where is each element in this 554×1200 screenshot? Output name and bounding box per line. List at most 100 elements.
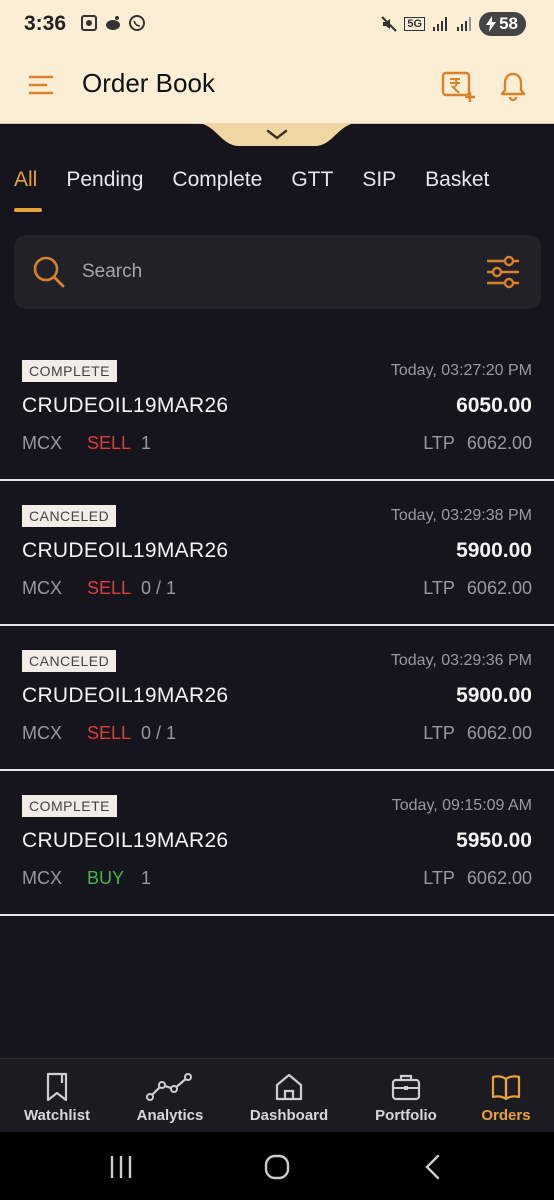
nav-label: Watchlist	[23, 1107, 91, 1124]
nav-label: Analytics	[136, 1107, 204, 1124]
ltp-label: LTP	[423, 868, 455, 888]
search-input[interactable]	[82, 259, 462, 285]
search-icon	[33, 256, 65, 288]
nav-watchlist[interactable]: Watchlist	[18, 1059, 96, 1133]
tab-gtt[interactable]: GTT	[291, 168, 333, 216]
home-button-icon[interactable]	[262, 1152, 292, 1182]
order-meta: MCX SELL 0 / 1	[22, 723, 176, 744]
recent-apps-icon[interactable]	[106, 1152, 136, 1182]
order-exchange: MCX	[22, 433, 62, 453]
order-exchange: MCX	[22, 578, 62, 598]
order-price: 5900.00	[456, 539, 532, 562]
nav-label: Orders	[481, 1107, 531, 1124]
nav-analytics[interactable]: Analytics	[128, 1059, 212, 1133]
order-row[interactable]: COMPLETE Today, 03:27:20 PM CRUDEOIL19MA…	[0, 336, 554, 481]
nav-dashboard[interactable]: Dashboard	[244, 1059, 334, 1133]
order-symbol: CRUDEOIL19MAR26	[22, 684, 229, 707]
order-symbol: CRUDEOIL19MAR26	[22, 829, 229, 852]
notification-icons	[80, 14, 146, 32]
nav-portfolio[interactable]: Portfolio	[366, 1059, 446, 1133]
status-badge: CANCELED	[22, 650, 117, 672]
menu-icon[interactable]	[28, 72, 54, 98]
ltp-value: 6062.00	[466, 868, 532, 888]
order-ltp: LTP 6062.00	[423, 578, 532, 599]
nav-label: Dashboard	[249, 1107, 329, 1124]
order-ltp: LTP 6062.00	[423, 868, 532, 889]
ltp-label: LTP	[423, 723, 455, 743]
analytics-icon	[146, 1073, 192, 1101]
book-icon	[491, 1075, 521, 1101]
whatsapp-icon	[129, 15, 145, 31]
ltp-value: 6062.00	[466, 723, 532, 743]
tab-complete[interactable]: Complete	[172, 168, 262, 216]
ltp-value: 6062.00	[466, 433, 532, 453]
search-bar	[14, 235, 541, 309]
order-qty: 0 / 1	[141, 578, 177, 598]
order-exchange: MCX	[22, 723, 62, 743]
back-icon[interactable]	[418, 1152, 448, 1182]
order-meta: MCX BUY 1	[22, 868, 151, 889]
order-exchange: MCX	[22, 868, 62, 888]
ltp-value: 6062.00	[466, 578, 532, 598]
order-tabs: All Pending Complete GTT SIP Basket	[14, 168, 554, 216]
bottom-nav: Watchlist Analytics Dashboard Portfolio …	[0, 1058, 554, 1132]
order-side: SELL	[87, 578, 132, 598]
order-time: Today, 03:29:36 PM	[390, 652, 532, 669]
order-qty: 1	[141, 433, 152, 453]
order-price: 6050.00	[456, 394, 532, 417]
status-time: 3:36	[24, 12, 67, 35]
bookmark-icon	[46, 1072, 68, 1102]
order-qty: 0 / 1	[141, 723, 177, 743]
expand-header-handle[interactable]	[198, 123, 356, 147]
add-funds-icon[interactable]	[440, 68, 476, 104]
ltp-label: LTP	[423, 433, 455, 453]
order-time: Today, 03:29:38 PM	[390, 507, 532, 524]
ltp-label: LTP	[423, 578, 455, 598]
status-badge: COMPLETE	[22, 360, 118, 382]
tab-sip[interactable]: SIP	[362, 168, 396, 216]
briefcase-icon	[391, 1074, 421, 1101]
battery-level: 58	[499, 14, 518, 33]
network-type: 5G	[404, 17, 426, 31]
order-side: SELL	[87, 433, 132, 453]
order-meta: MCX SELL 0 / 1	[22, 578, 176, 599]
home-icon	[275, 1073, 303, 1101]
order-price: 5900.00	[456, 684, 532, 707]
nav-orders[interactable]: Orders	[472, 1059, 540, 1133]
tab-basket[interactable]: Basket	[425, 168, 489, 216]
order-row[interactable]: COMPLETE Today, 09:15:09 AM CRUDEOIL19MA…	[0, 771, 554, 916]
order-list: COMPLETE Today, 03:27:20 PM CRUDEOIL19MA…	[0, 336, 554, 916]
bell-icon[interactable]	[498, 70, 528, 102]
battery-indicator: 58	[479, 12, 526, 36]
order-row[interactable]: CANCELED Today, 03:29:36 PM CRUDEOIL19MA…	[0, 626, 554, 771]
charging-icon	[486, 16, 497, 32]
order-side: BUY	[87, 868, 125, 888]
tab-pending[interactable]: Pending	[66, 168, 143, 216]
order-row[interactable]: CANCELED Today, 03:29:38 PM CRUDEOIL19MA…	[0, 481, 554, 626]
nav-label: Portfolio	[375, 1107, 437, 1124]
status-badge: CANCELED	[22, 505, 117, 527]
order-price: 5950.00	[456, 829, 532, 852]
signal-icon-2	[457, 17, 472, 31]
order-symbol: CRUDEOIL19MAR26	[22, 539, 229, 562]
mute-icon	[381, 16, 398, 32]
status-badge: COMPLETE	[22, 795, 118, 817]
tab-all[interactable]: All	[14, 168, 43, 216]
signal-icon	[433, 17, 448, 31]
order-time: Today, 09:15:09 AM	[391, 797, 532, 814]
app-notification-icon	[106, 16, 120, 30]
order-ltp: LTP 6062.00	[423, 433, 532, 454]
filter-icon[interactable]	[485, 255, 521, 289]
order-side: SELL	[87, 723, 132, 743]
order-ltp: LTP 6062.00	[423, 723, 532, 744]
app-header: Order Book	[0, 52, 554, 124]
order-meta: MCX SELL 1	[22, 433, 151, 454]
screenshot-icon	[81, 15, 97, 31]
order-qty: 1	[141, 868, 152, 888]
status-bar: 3:36 5G 58	[0, 0, 554, 52]
system-status-icons: 5G 58	[380, 12, 526, 36]
page-title: Order Book	[82, 68, 215, 98]
system-nav-bar	[0, 1132, 554, 1200]
order-time: Today, 03:27:20 PM	[390, 362, 532, 379]
order-symbol: CRUDEOIL19MAR26	[22, 394, 229, 417]
